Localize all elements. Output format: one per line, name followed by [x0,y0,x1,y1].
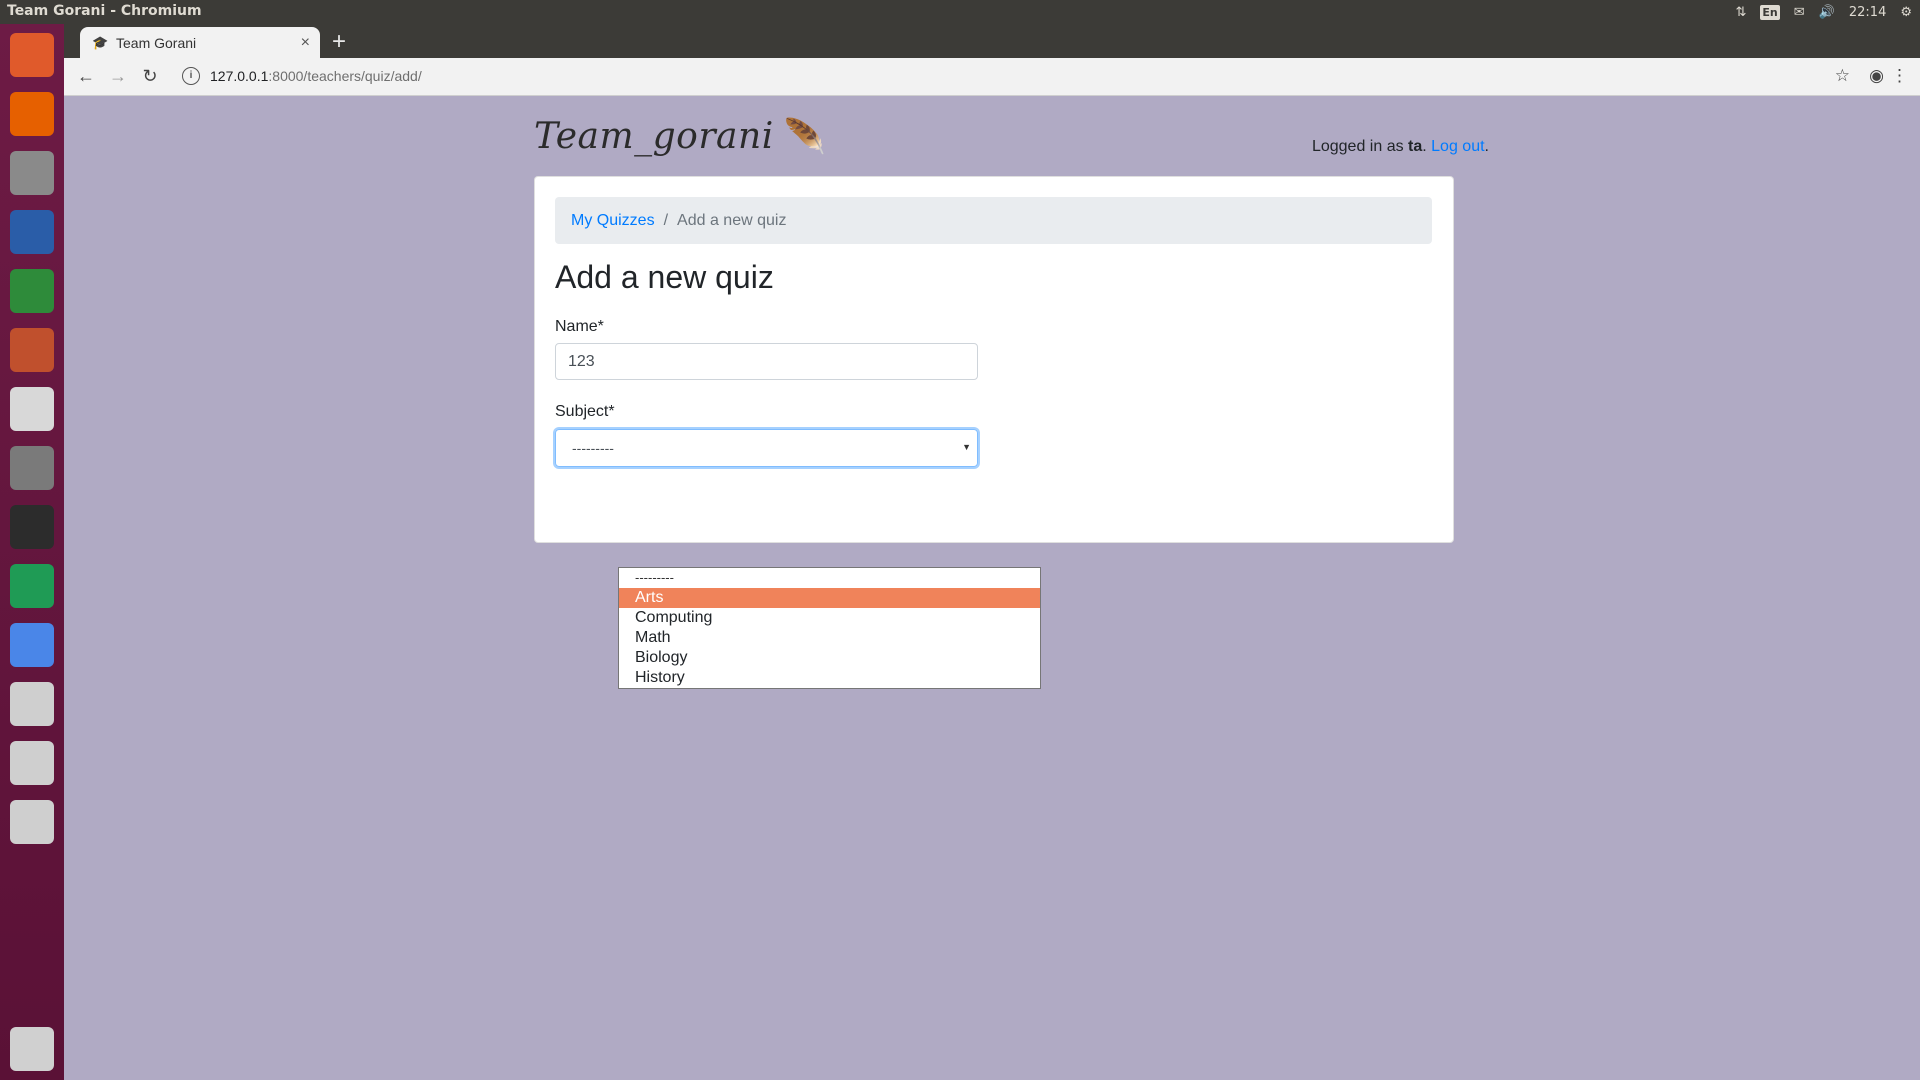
system-settings-icon-glyph [10,446,54,490]
feather-icon: 🪶 [783,117,827,157]
firefox-icon-glyph [10,92,54,136]
writer-icon-glyph [10,210,54,254]
calc-icon[interactable] [7,266,57,316]
chromium-icon-glyph [10,623,54,667]
login-dot: . [1422,138,1432,155]
name-label: Name* [555,318,604,335]
url-path: :8000/teachers/quiz/add/ [268,68,422,84]
writer-icon[interactable] [7,207,57,257]
site-logo[interactable]: Team_gorani 🪶 [534,116,827,157]
username: ta [1408,138,1423,155]
login-suffix: . [1484,138,1489,155]
drive-icon-glyph [10,800,54,844]
trash-icon[interactable] [7,1024,57,1074]
clock[interactable]: 22:14 [1849,5,1886,20]
terminal-icon[interactable] [7,502,57,552]
files-icon[interactable] [7,148,57,198]
subject-option[interactable]: --------- [619,568,1040,588]
login-prefix: Logged in as [1311,138,1409,155]
system-tray: ⇅ En ✉ 🔊 22:14 ⚙ [1736,0,1912,24]
logout-link[interactable]: Log out [1431,138,1484,155]
breadcrumb: My Quizzes / Add a new quiz [555,197,1432,244]
address-bar[interactable]: i 127.0.0.1 :8000/teachers/quiz/add/ [182,63,422,89]
url-host: 127.0.0.1 [210,68,269,84]
forward-arrow-icon[interactable]: → [108,66,128,86]
browser-toolbar: ← → ↻ i 127.0.0.1 :8000/teachers/quiz/ad… [64,58,1920,96]
network-icon[interactable]: ⇅ [1736,5,1747,20]
breadcrumb-my-quizzes[interactable]: My Quizzes [571,212,655,230]
name-input[interactable] [555,343,978,380]
files-icon-glyph [10,151,54,195]
pycharm-icon[interactable] [7,561,57,611]
close-tab-icon[interactable]: × [301,34,310,52]
system-settings-icon[interactable] [7,443,57,493]
reload-icon[interactable]: ↻ [140,66,160,86]
breadcrumb-separator: / [663,211,669,229]
volume-icon[interactable]: 🔊 [1819,5,1835,20]
software-center-icon-glyph [10,387,54,431]
subject-option[interactable]: Biology [619,648,1040,668]
bookmark-star-icon[interactable]: ☆ [1835,66,1850,86]
subject-option[interactable]: History [619,668,1040,688]
subject-label: Subject* [555,403,615,420]
dropdown-caret-icon: ▼ [962,442,971,452]
ubuntu-dash-icon-glyph [10,33,54,77]
subject-dropdown-list: --------- Arts Computing Math Biology Hi… [618,567,1041,689]
browser-tab[interactable]: 🎓 Team Gorani × [80,27,320,58]
launcher-sidebar [0,24,65,1080]
login-status: Logged in as ta. Log out. [1312,138,1489,156]
settings-gear-icon[interactable]: ⚙ [1900,5,1912,20]
mail-icon[interactable]: ✉ [1794,5,1805,20]
drive-icon-glyph [10,682,54,726]
back-arrow-icon[interactable]: ← [76,66,96,86]
subject-option-highlighted[interactable]: Arts [619,588,1040,608]
browser-tab-strip: 🎓 Team Gorani × + [64,24,1920,58]
drive-icon[interactable] [7,797,57,847]
drive-icon[interactable] [7,679,57,729]
new-tab-button[interactable]: + [332,28,346,56]
pycharm-icon-glyph [10,564,54,608]
keyboard-layout-indicator[interactable]: En [1760,4,1780,20]
system-top-panel: Team Gorani - Chromium ⇅ En ✉ 🔊 22:14 ⚙ [0,0,1920,24]
ubuntu-dash-icon[interactable] [7,30,57,80]
software-center-icon[interactable] [7,384,57,434]
impress-icon-glyph [10,328,54,372]
drive-icon[interactable] [7,738,57,788]
menu-dots-icon[interactable]: ⋮ [1891,66,1908,86]
breadcrumb-current: Add a new quiz [677,211,787,229]
trash-icon-glyph [10,1027,54,1071]
terminal-icon-glyph [10,505,54,549]
page-title: Add a new quiz [555,259,774,295]
brand-text: Team_gorani [534,116,774,157]
content-card: My Quizzes / Add a new quiz Add a new qu… [534,176,1454,543]
tab-title: Team Gorani [116,34,197,51]
impress-icon[interactable] [7,325,57,375]
window-title: Team Gorani - Chromium [7,3,202,19]
calc-icon-glyph [10,269,54,313]
drive-icon-glyph [10,741,54,785]
subject-select[interactable]: --------- ▼ [555,429,978,467]
site-info-icon[interactable]: i [182,67,200,85]
subject-select-value: --------- [572,440,614,456]
graduation-cap-icon: 🎓 [92,34,109,50]
account-icon[interactable]: ◉ [1869,66,1884,86]
firefox-icon[interactable] [7,89,57,139]
chromium-icon[interactable] [7,620,57,670]
subject-option[interactable]: Computing [619,608,1040,628]
subject-option[interactable]: Math [619,628,1040,648]
